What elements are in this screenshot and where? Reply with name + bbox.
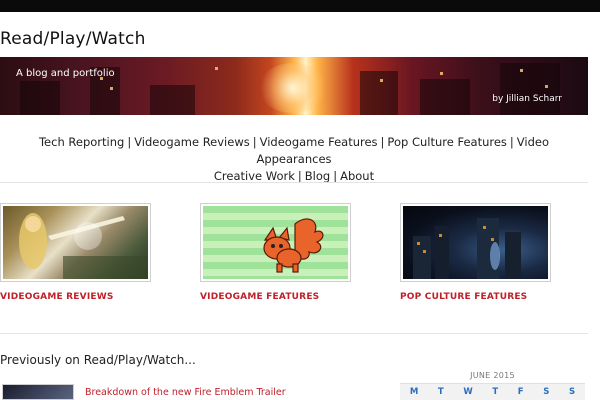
calendar-weekday-header: M T W T F S S: [400, 383, 585, 400]
feature-thumbnail[interactable]: [400, 203, 551, 282]
banner-light: [380, 79, 383, 82]
feature-card-videogame-reviews[interactable]: VIDEOGAME REVIEWS: [0, 203, 151, 302]
nav-separator: |: [252, 135, 257, 149]
dark-scene-graphic: [413, 218, 521, 279]
previously-heading: Previously on Read/Play/Watch...: [0, 353, 196, 367]
calendar-day-label: W: [463, 387, 473, 397]
calendar-day-label: M: [409, 387, 419, 397]
banner-light: [215, 67, 218, 70]
nav-item-videogame-reviews[interactable]: Videogame Reviews: [134, 135, 250, 149]
main-navigation: Tech Reporting | Videogame Reviews | Videoga…: [0, 134, 588, 185]
banner-sun-glow: [258, 63, 328, 113]
game-scene-graphic: [19, 213, 148, 279]
divider: [0, 182, 588, 183]
banner-building: [20, 81, 60, 115]
site-title[interactable]: Read/Play/Watch: [0, 29, 146, 49]
divider: [0, 333, 588, 334]
banner-light: [545, 85, 548, 88]
banner-light: [520, 69, 523, 72]
vulpix-sprite-graphic: [263, 218, 324, 273]
banner-building: [360, 71, 398, 115]
nav-separator: |: [297, 169, 302, 183]
nav-item-tech-reporting[interactable]: Tech Reporting: [39, 135, 124, 149]
nav-item-blog[interactable]: Blog: [305, 169, 330, 183]
calendar-day-label: F: [517, 387, 524, 397]
calendar-day-label: S: [568, 387, 576, 397]
banner-building: [500, 63, 560, 115]
banner-light: [110, 87, 113, 90]
feature-thumbnail[interactable]: [0, 203, 151, 282]
nav-item-creative-work[interactable]: Creative Work: [214, 169, 295, 183]
site-tagline: A blog and portfolio: [16, 68, 115, 79]
feature-image: [203, 206, 348, 279]
post-thumbnail[interactable]: [2, 384, 74, 400]
nav-separator: |: [380, 135, 385, 149]
site-byline: by Jillian Scharr: [492, 94, 562, 104]
banner-building: [420, 79, 470, 115]
nav-item-videogame-features[interactable]: Videogame Features: [260, 135, 378, 149]
calendar-day-label: T: [492, 387, 499, 397]
nav-separator: |: [127, 135, 132, 149]
feature-label[interactable]: VIDEOGAME REVIEWS: [0, 292, 151, 302]
header-banner: A blog and portfolio by Jillian Scharr: [0, 57, 588, 115]
calendar-month: JUNE 2015: [470, 371, 515, 380]
top-bar: [0, 0, 600, 12]
banner-building: [150, 85, 195, 115]
post-title-link[interactable]: Breakdown of the new Fire Emblem Trailer: [85, 387, 286, 398]
nav-item-about[interactable]: About: [340, 169, 374, 183]
nav-separator: |: [333, 169, 338, 183]
nav-separator: |: [509, 135, 514, 149]
feature-image: [403, 206, 548, 279]
calendar-day-label: S: [543, 387, 550, 397]
feature-card-pop-culture-features[interactable]: POP CULTURE FEATURES: [400, 203, 551, 302]
feature-card-videogame-features[interactable]: VIDEOGAME FEATURES: [200, 203, 351, 302]
feature-thumbnail[interactable]: [200, 203, 351, 282]
nav-item-pop-culture-features[interactable]: Pop Culture Features: [387, 135, 506, 149]
feature-image: [3, 206, 148, 279]
banner-light: [440, 72, 443, 75]
calendar-day-label: T: [437, 387, 444, 397]
feature-label[interactable]: POP CULTURE FEATURES: [400, 292, 551, 302]
feature-label[interactable]: VIDEOGAME FEATURES: [200, 292, 351, 302]
